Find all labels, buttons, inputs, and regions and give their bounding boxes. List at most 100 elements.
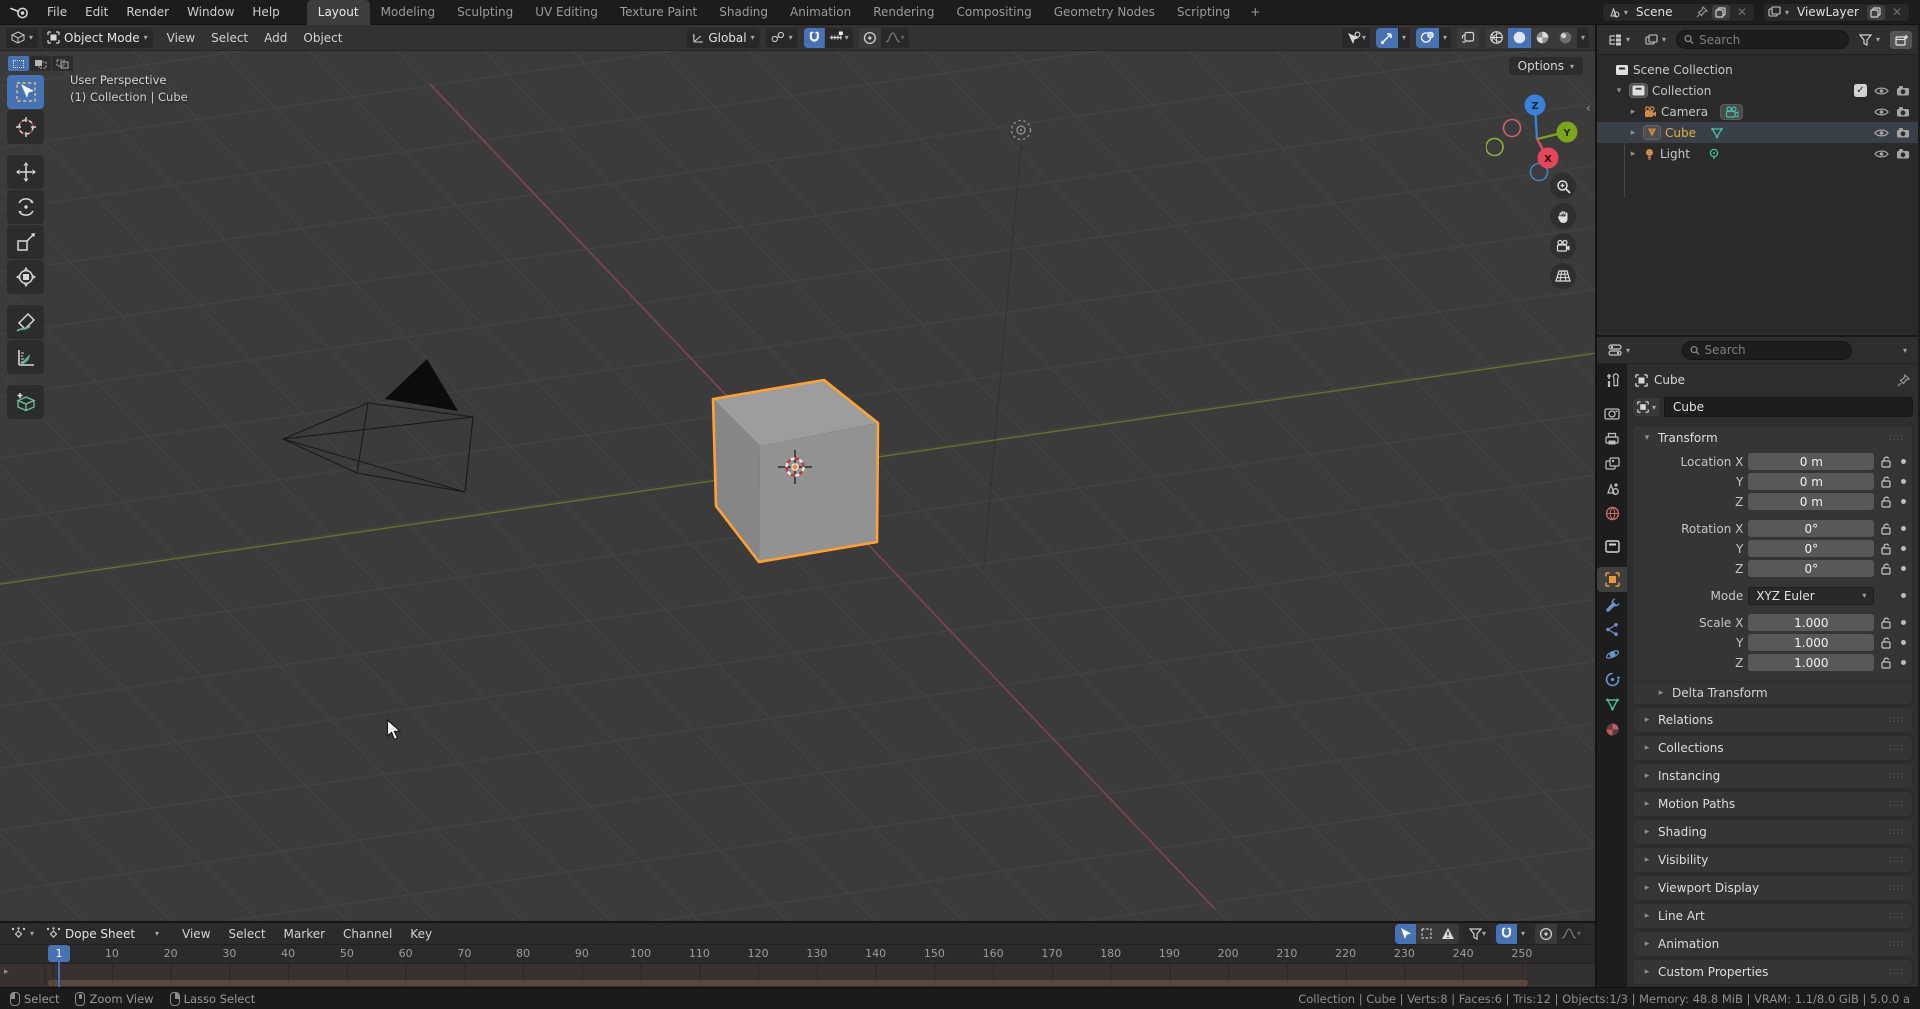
tab-layout[interactable]: Layout	[306, 0, 370, 25]
proportional-editing-toggle[interactable]	[858, 27, 881, 48]
add-workspace-button[interactable]: +	[1241, 0, 1269, 25]
panel-drag-grip[interactable]: ∷∷	[1889, 743, 1904, 754]
outliner-display-mode[interactable]: ▾	[1603, 30, 1635, 50]
camera-data-icon[interactable]	[1720, 103, 1744, 120]
selectability-visibility-dropdown[interactable]: ▾	[1342, 28, 1370, 48]
frame-ruler[interactable]: 10 20 30 40 50 60 70 80 90 100 110 120 130 140 150 160 1…	[0, 945, 1595, 964]
tool-transform[interactable]	[7, 260, 44, 294]
menu-window[interactable]: Window	[178, 0, 243, 25]
show-gizmo-toggle[interactable]	[1375, 27, 1398, 48]
outliner-search-input[interactable]	[1698, 32, 1841, 47]
tab-collection[interactable]	[1597, 534, 1627, 559]
chevron-collapsed-icon[interactable]: ▸	[1627, 128, 1639, 138]
menu-object[interactable]: Object	[295, 31, 350, 45]
panel-drag-grip[interactable]: ∷∷	[1889, 855, 1904, 866]
outliner-filter-type[interactable]: ▾	[1640, 30, 1671, 50]
dope-sheet-mode-selector[interactable]: Dope Sheet ▾	[41, 924, 164, 944]
pin-icon[interactable]	[1696, 6, 1708, 18]
tab-texture-paint[interactable]: Texture Paint	[609, 0, 708, 25]
collection-checkbox[interactable]: ✓	[1854, 84, 1867, 97]
animate-dot[interactable]	[1898, 640, 1908, 645]
tab-constraints[interactable]	[1597, 667, 1627, 692]
animate-dot[interactable]	[1898, 459, 1908, 464]
hide-eye-icon[interactable]	[1874, 128, 1889, 138]
channel-region[interactable]: ▸	[0, 964, 1595, 987]
snap-toggle[interactable]	[803, 27, 825, 48]
disable-render-camera-icon[interactable]	[1896, 148, 1910, 159]
tool-add-cube[interactable]	[7, 385, 44, 419]
tool-measure[interactable]	[7, 340, 44, 374]
snap-target-selector[interactable]: ▾	[825, 28, 853, 48]
outliner-row-scene-collection[interactable]: Scene Collection	[1597, 59, 1918, 80]
scale-x-field[interactable]: 1.000	[1748, 614, 1875, 631]
lock-icon[interactable]	[1879, 617, 1893, 629]
panel-motion-paths[interactable]: ▸ Motion Paths ∷∷	[1632, 791, 1913, 817]
delta-transform-subpanel[interactable]: ▸ Delta Transform	[1633, 681, 1912, 704]
panel-collections[interactable]: ▸ Collections ∷∷	[1632, 735, 1913, 761]
panel-drag-grip[interactable]: ∷∷	[1889, 771, 1904, 782]
dope-sheet-body[interactable]: 10 20 30 40 50 60 70 80 90 100 110 120 130 140 150 160 1…	[0, 945, 1595, 987]
options-button[interactable]: Options ▾	[1508, 57, 1583, 75]
playhead[interactable]: 1	[48, 945, 70, 962]
tab-physics[interactable]	[1597, 642, 1627, 667]
zoom-view-button[interactable]	[1550, 173, 1576, 199]
shading-solid-button[interactable]	[1507, 27, 1531, 48]
filter-dropdown[interactable]: ▾	[1465, 924, 1490, 944]
tab-view-layer[interactable]	[1597, 451, 1627, 476]
chevron-expanded-icon[interactable]: ▾	[1613, 86, 1625, 96]
object-id-selector[interactable]: ▾	[1632, 397, 1662, 417]
new-collection-button[interactable]	[1890, 30, 1912, 49]
lock-icon[interactable]	[1879, 476, 1893, 488]
lock-icon[interactable]	[1879, 543, 1893, 555]
menu-add[interactable]: Add	[256, 31, 295, 45]
panel-custom-properties[interactable]: ▸ Custom Properties ∷∷	[1632, 959, 1913, 985]
panel-instancing[interactable]: ▸ Instancing ∷∷	[1632, 763, 1913, 789]
tab-modifiers[interactable]	[1597, 592, 1627, 617]
editor-type-selector[interactable]: ▾	[6, 27, 39, 48]
disable-render-camera-icon[interactable]	[1896, 106, 1910, 117]
outliner-search[interactable]	[1676, 30, 1849, 49]
scene-selector[interactable]: ▾ Scene ✕	[1601, 2, 1755, 22]
timeline-scrollbar[interactable]	[48, 980, 1528, 986]
pin-icon[interactable]	[1897, 373, 1910, 387]
viewlayer-selector[interactable]: ▾ ViewLayer ✕	[1762, 2, 1910, 22]
tab-modeling[interactable]: Modeling	[370, 0, 447, 25]
rotation-mode-dropdown[interactable]: XYZ Euler ▾	[1748, 586, 1875, 605]
animate-dot[interactable]	[1898, 526, 1908, 531]
outliner-row-light[interactable]: ▸ Light	[1597, 143, 1918, 164]
menu-select[interactable]: Select	[203, 31, 256, 45]
rotation-x-field[interactable]: 0°	[1748, 520, 1875, 537]
overlays-dropdown[interactable]: ▾	[1439, 28, 1451, 48]
panel-drag-grip[interactable]: ∷∷	[1889, 827, 1904, 838]
properties-search-input[interactable]	[1704, 343, 1844, 357]
new-scene-button[interactable]	[1711, 4, 1730, 20]
shading-dropdown[interactable]: ▾	[1577, 28, 1589, 48]
panel-shading[interactable]: ▸ Shading ∷∷	[1632, 819, 1913, 845]
panel-drag-grip[interactable]: ∷∷	[1889, 799, 1904, 810]
panel-drag-grip[interactable]: ∷∷	[1889, 883, 1904, 894]
outliner-row-collection[interactable]: ▾ Collection ✓	[1597, 80, 1918, 101]
snap-dropdown[interactable]: ▾	[1517, 924, 1529, 944]
orthographic-view-button[interactable]	[1550, 263, 1576, 289]
panel-drag-grip[interactable]: ∷∷	[1889, 939, 1904, 950]
panel-drag-grip[interactable]: ∷∷	[1889, 911, 1904, 922]
lock-icon[interactable]	[1879, 563, 1893, 575]
menu-edit[interactable]: Edit	[76, 0, 117, 25]
disable-render-camera-icon[interactable]	[1896, 127, 1910, 138]
tab-output[interactable]	[1597, 426, 1627, 451]
select-mode-subtract-button[interactable]	[52, 56, 73, 71]
camera-view-button[interactable]	[1550, 233, 1576, 259]
rotation-y-field[interactable]: 0°	[1748, 540, 1875, 557]
chevron-collapsed-icon[interactable]: ▸	[1627, 107, 1639, 117]
tab-material[interactable]	[1597, 717, 1627, 742]
panel-animation[interactable]: ▸ Animation ∷∷	[1632, 931, 1913, 957]
panel-line-art[interactable]: ▸ Line Art ∷∷	[1632, 903, 1913, 929]
outliner-row-cube[interactable]: ▸ Cube	[1597, 122, 1918, 143]
tab-object[interactable]	[1597, 567, 1627, 592]
only-errors-toggle[interactable]	[1436, 923, 1459, 944]
blender-logo-icon[interactable]	[0, 5, 38, 20]
tab-particles[interactable]	[1597, 617, 1627, 642]
menu-marker[interactable]: Marker	[276, 927, 333, 941]
tab-shading[interactable]: Shading	[708, 0, 779, 25]
animate-dot[interactable]	[1898, 620, 1908, 625]
